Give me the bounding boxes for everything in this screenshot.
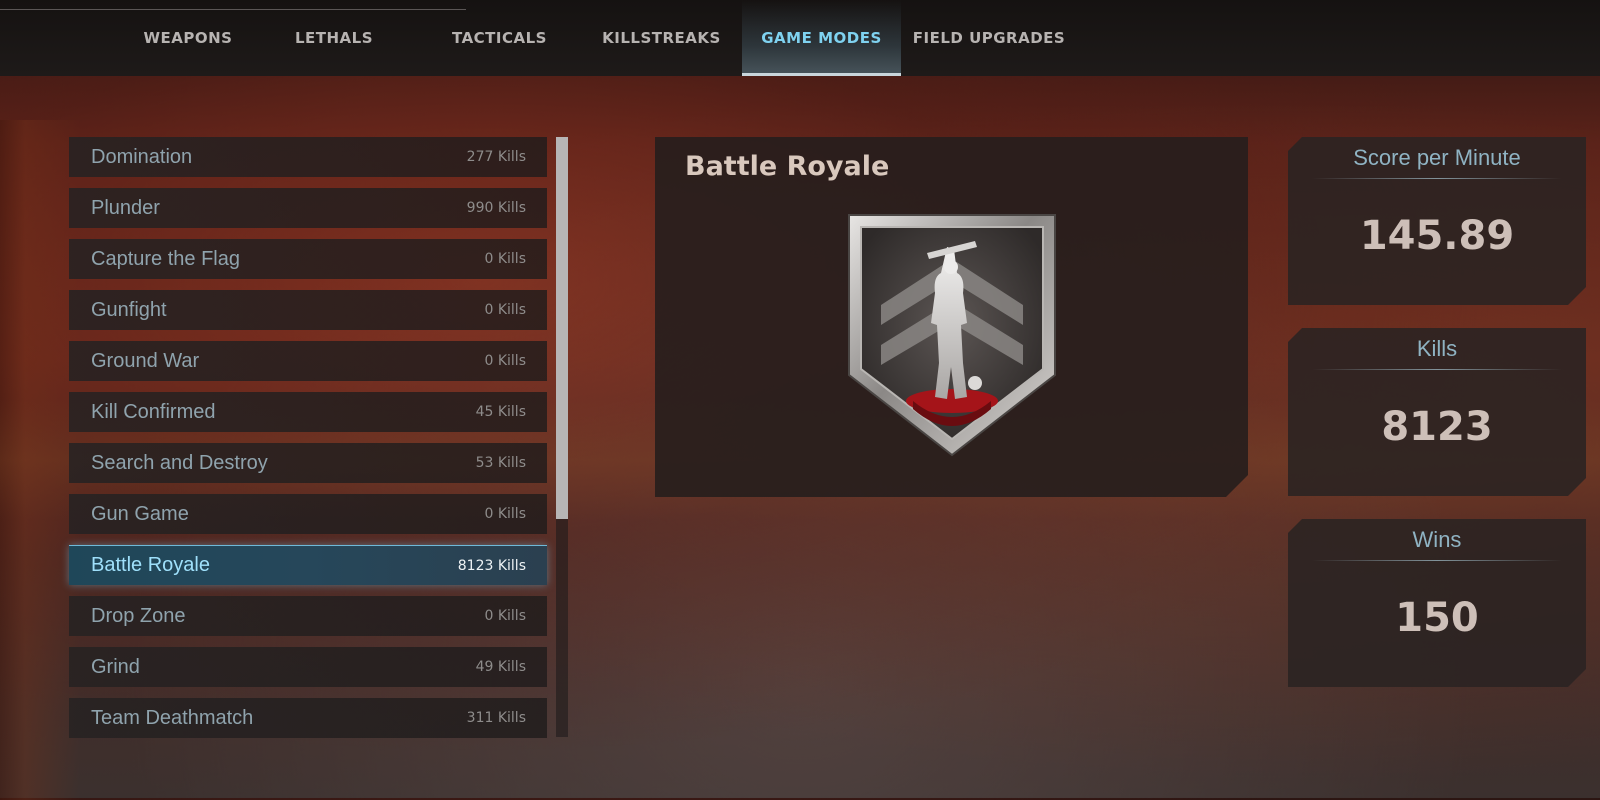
mode-name: Kill Confirmed xyxy=(91,400,216,423)
mode-kills: 0 Kills xyxy=(484,302,526,318)
list-item-plunder[interactable]: Plunder 990 Kills xyxy=(69,188,547,228)
stat-card-kills: Kills 8123 xyxy=(1288,328,1586,496)
stat-value: 145.89 xyxy=(1359,213,1515,259)
mode-kills: 49 Kills xyxy=(475,659,526,675)
detail-title: Battle Royale xyxy=(685,151,890,182)
list-scrollbar[interactable] xyxy=(556,137,568,737)
mode-name: Capture the Flag xyxy=(91,247,240,270)
mode-name: Drop Zone xyxy=(91,604,186,627)
list-item-capture-the-flag[interactable]: Capture the Flag 0 Kills xyxy=(69,239,547,279)
mode-name: Team Deathmatch xyxy=(91,706,254,729)
list-item-grind[interactable]: Grind 49 Kills xyxy=(69,647,547,687)
tab-killstreaks[interactable]: KILLSTREAKS xyxy=(581,0,742,76)
mode-name: Plunder xyxy=(91,196,160,219)
stat-label: Wins xyxy=(1412,527,1462,552)
mode-name: Domination xyxy=(91,145,193,168)
stat-divider xyxy=(1312,178,1562,179)
list-item-gunfight[interactable]: Gunfight 0 Kills xyxy=(69,290,547,330)
mode-kills: 8123 Kills xyxy=(457,557,526,574)
tab-lethals[interactable]: LETHALS xyxy=(250,0,418,76)
stat-card-wins: Wins 150 xyxy=(1288,519,1586,687)
mode-name: Gunfight xyxy=(91,298,167,321)
tab-game-modes[interactable]: GAME MODES xyxy=(742,0,901,76)
game-mode-list: Domination 277 Kills Plunder 990 Kills C… xyxy=(69,137,547,749)
list-item-search-and-destroy[interactable]: Search and Destroy 53 Kills xyxy=(69,443,547,483)
mode-kills: 0 Kills xyxy=(484,506,526,522)
list-item-battle-royale[interactable]: Battle Royale 8123 Kills xyxy=(69,545,547,585)
scrollbar-thumb[interactable] xyxy=(556,137,568,519)
mode-name: Battle Royale xyxy=(91,554,210,576)
top-navigation-bar: WEAPONS LETHALS TACTICALS KILLSTREAKS GA… xyxy=(0,0,1600,76)
mode-kills: 277 Kills xyxy=(466,149,526,165)
mode-detail-panel: Battle Royale xyxy=(655,137,1248,497)
mode-kills: 0 Kills xyxy=(484,251,526,267)
list-item-domination[interactable]: Domination 277 Kills xyxy=(69,137,547,177)
stat-value: 150 xyxy=(1395,595,1479,641)
list-item-kill-confirmed[interactable]: Kill Confirmed 45 Kills xyxy=(69,392,547,432)
stat-card-score-per-minute: Score per Minute 145.89 xyxy=(1288,137,1586,305)
stat-divider xyxy=(1312,560,1562,561)
mode-kills: 990 Kills xyxy=(466,200,526,216)
tab-tacticals[interactable]: TACTICALS xyxy=(418,0,581,76)
mode-kills: 0 Kills xyxy=(484,353,526,369)
tab-weapons[interactable]: WEAPONS xyxy=(126,0,250,76)
category-tabs: WEAPONS LETHALS TACTICALS KILLSTREAKS GA… xyxy=(126,0,1077,76)
list-item-team-deathmatch[interactable]: Team Deathmatch 311 Kills xyxy=(69,698,547,738)
mode-kills: 0 Kills xyxy=(484,608,526,624)
stat-label: Score per Minute xyxy=(1353,145,1521,170)
mode-name: Gun Game xyxy=(91,502,189,525)
list-item-drop-zone[interactable]: Drop Zone 0 Kills xyxy=(69,596,547,636)
list-item-gun-game[interactable]: Gun Game 0 Kills xyxy=(69,494,547,534)
battle-royale-emblem-icon xyxy=(847,213,1057,457)
tab-field-upgrades[interactable]: FIELD UPGRADES xyxy=(901,0,1077,76)
mode-name: Search and Destroy xyxy=(91,451,268,474)
stat-divider xyxy=(1312,369,1562,370)
mode-name: Ground War xyxy=(91,349,200,372)
mode-name: Grind xyxy=(91,655,140,678)
mode-kills: 53 Kills xyxy=(475,455,526,471)
mode-kills: 311 Kills xyxy=(466,710,526,726)
list-item-ground-war[interactable]: Ground War 0 Kills xyxy=(69,341,547,381)
stat-label: Kills xyxy=(1416,336,1458,361)
stat-value: 8123 xyxy=(1381,404,1493,450)
mode-kills: 45 Kills xyxy=(475,404,526,420)
